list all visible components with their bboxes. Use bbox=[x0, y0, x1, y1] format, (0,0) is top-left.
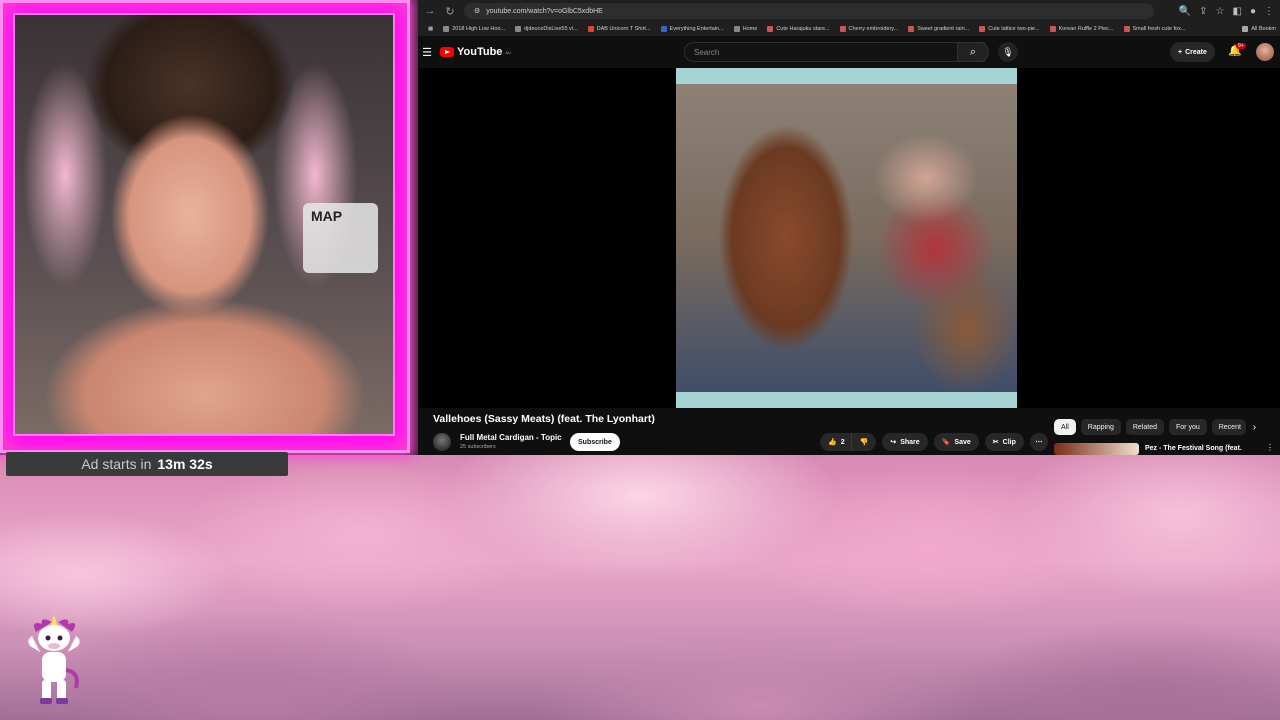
ad-timer-label: Ad starts in bbox=[81, 456, 152, 472]
channel-name[interactable]: Full Metal Cardigan - Topic bbox=[460, 433, 562, 442]
more-actions-button[interactable]: ⋯ bbox=[1029, 433, 1048, 451]
like-count: 2 bbox=[840, 438, 845, 446]
chip-recent[interactable]: Recent bbox=[1211, 419, 1246, 435]
thumbs-down-icon: 👎 bbox=[859, 439, 869, 446]
dislike-button[interactable]: 👎 bbox=[850, 433, 877, 451]
video-frame[interactable] bbox=[676, 68, 1017, 408]
chip-all[interactable]: All bbox=[1054, 419, 1076, 435]
like-button[interactable]: 👍 2 bbox=[820, 433, 851, 451]
toolbar-icons: 🔍 ⇪ ☆ ◧ ● ⋮ bbox=[1179, 6, 1280, 17]
bookmark-item[interactable]: Home bbox=[733, 26, 757, 32]
search-input[interactable]: Search bbox=[684, 42, 985, 62]
subscriber-count: 25 subscribers bbox=[460, 444, 496, 450]
bookmark-favicon bbox=[515, 26, 522, 32]
share-page-icon[interactable]: ⇪ bbox=[1199, 6, 1207, 17]
bookmarks-bar: ▦ 2018 High Low Hoo... djdeuceDisLive55 … bbox=[418, 22, 1280, 36]
share-button[interactable]: ↪ Share bbox=[882, 433, 928, 451]
forward-icon[interactable]: → bbox=[422, 3, 438, 19]
youtube-logo[interactable]: YouTube AU bbox=[440, 46, 511, 58]
profile-icon[interactable]: ● bbox=[1250, 6, 1256, 17]
address-bar[interactable]: ⚙ youtube.com/watch?v=oGlbC5xdbHE bbox=[464, 3, 1154, 19]
chip-related[interactable]: Related bbox=[1125, 419, 1164, 435]
bookmark-favicon bbox=[443, 26, 450, 32]
bookmark-favicon bbox=[839, 26, 846, 32]
streamer-name: MissSharahzard bbox=[12, 708, 67, 715]
ad-timer: Ad starts in 13m 32s bbox=[6, 452, 288, 476]
plus-icon: + bbox=[1178, 48, 1183, 56]
address-bar-row: → ↻ ⚙ youtube.com/watch?v=oGlbC5xdbHE 🔍 … bbox=[418, 0, 1280, 22]
hamburger-menu-icon[interactable]: ☰ bbox=[420, 46, 434, 59]
all-bookmarks[interactable]: All Bookm bbox=[1242, 26, 1280, 32]
related-video-title[interactable]: Pez - The Festival Song (feat. bbox=[1145, 445, 1242, 455]
subscribe-button[interactable]: Subscribe bbox=[570, 433, 620, 451]
create-button[interactable]: + Create bbox=[1170, 42, 1215, 62]
account-avatar[interactable] bbox=[1256, 43, 1274, 61]
webcam-frame: MAP bbox=[0, 0, 410, 453]
bookmark-favicon bbox=[1123, 26, 1130, 32]
more-horizontal-icon: ⋯ bbox=[1035, 439, 1043, 446]
browser-window: → ↻ ⚙ youtube.com/watch?v=oGlbC5xdbHE 🔍 … bbox=[418, 0, 1280, 455]
star-icon[interactable]: ☆ bbox=[1216, 6, 1225, 17]
chip-for-you[interactable]: For you bbox=[1169, 419, 1207, 435]
bookmark-item[interactable]: Korean Ruffle 2 Piec... bbox=[1049, 26, 1114, 32]
chair-logo: MAP bbox=[311, 208, 343, 224]
bookmark-icon: 🔖 bbox=[941, 439, 951, 446]
share-icon: ↪ bbox=[890, 439, 897, 446]
ad-timer-time: 13m 32s bbox=[157, 456, 213, 472]
voice-search-button[interactable]: 🎙 bbox=[998, 42, 1018, 62]
bookmark-favicon bbox=[660, 26, 667, 32]
unicorn-mascot bbox=[27, 614, 81, 704]
bookmark-favicon bbox=[587, 26, 594, 32]
apps-icon[interactable]: ▦ bbox=[428, 26, 433, 32]
microphone-icon: 🎙 bbox=[1002, 46, 1014, 57]
chevron-right-icon[interactable]: › bbox=[1253, 422, 1256, 433]
bookmark-item[interactable]: Small fresh cute fox... bbox=[1123, 26, 1185, 32]
notification-badge: 9+ bbox=[1236, 43, 1246, 49]
video-actions: 👍 2 👎 ↪ Share 🔖 Save ✂ Clip ⋯ bbox=[820, 433, 1048, 451]
recommendation-chips: All Rapping Related For you Recent › bbox=[1054, 419, 1256, 435]
bookmark-favicon bbox=[908, 26, 915, 32]
related-video-thumbnail[interactable] bbox=[1054, 443, 1139, 455]
search-button[interactable]: ⌕ bbox=[957, 42, 989, 62]
youtube-header: ☰ YouTube AU Search ⌕ 🎙 + Create 🔔 9+ bbox=[418, 36, 1280, 68]
stream-layout: MAP Ad starts in 13m 32s → ↻ ⚙ youtube.c… bbox=[0, 0, 1280, 720]
youtube-play-icon bbox=[440, 47, 454, 57]
bookmark-item[interactable]: Everything Entertain... bbox=[660, 26, 724, 32]
extensions-icon[interactable]: ◧ bbox=[1233, 6, 1242, 17]
save-button[interactable]: 🔖 Save bbox=[933, 433, 979, 451]
bookmark-favicon bbox=[733, 26, 740, 32]
menu-icon[interactable]: ⋮ bbox=[1264, 6, 1274, 17]
clip-button[interactable]: ✂ Clip bbox=[984, 433, 1024, 451]
bookmark-item[interactable]: 2018 High Low Hoo... bbox=[443, 26, 505, 32]
bookmark-item[interactable]: Sweet gradient rain... bbox=[908, 26, 969, 32]
url-text: youtube.com/watch?v=oGlbC5xdbHE bbox=[486, 7, 603, 15]
chip-rapping[interactable]: Rapping bbox=[1080, 419, 1121, 435]
video-player[interactable] bbox=[418, 68, 1280, 408]
cloud-background bbox=[0, 455, 1280, 720]
video-title: Vallehoes (Sassy Meats) (feat. The Lyonh… bbox=[433, 413, 655, 425]
bookmark-favicon bbox=[1049, 26, 1056, 32]
scissors-icon: ✂ bbox=[992, 439, 999, 446]
related-video-item[interactable]: Pez - The Festival Song (feat. ⋮ bbox=[1054, 443, 1280, 455]
channel-avatar[interactable] bbox=[433, 433, 451, 451]
site-info-icon[interactable]: ⚙ bbox=[474, 7, 480, 15]
bookmark-item[interactable]: djdeuceDisLive55 vi... bbox=[515, 26, 578, 32]
bookmark-item[interactable]: DAB Unicorn T Shirt... bbox=[587, 26, 651, 32]
bookmark-favicon bbox=[767, 26, 774, 32]
bookmark-favicon bbox=[979, 26, 986, 32]
folder-icon bbox=[1242, 26, 1249, 32]
bookmark-item[interactable]: Cherry embroidery... bbox=[839, 26, 898, 32]
thumbs-up-icon: 👍 bbox=[828, 439, 837, 446]
bookmark-item[interactable]: Cute Harajuku stars... bbox=[767, 26, 830, 32]
more-vertical-icon[interactable]: ⋮ bbox=[1266, 443, 1274, 455]
search-icon: ⌕ bbox=[969, 45, 977, 58]
bookmark-item[interactable]: Cute lattice two-pie... bbox=[979, 26, 1040, 32]
reload-icon[interactable]: ↻ bbox=[442, 3, 458, 19]
zoom-icon[interactable]: 🔍 bbox=[1179, 6, 1191, 17]
